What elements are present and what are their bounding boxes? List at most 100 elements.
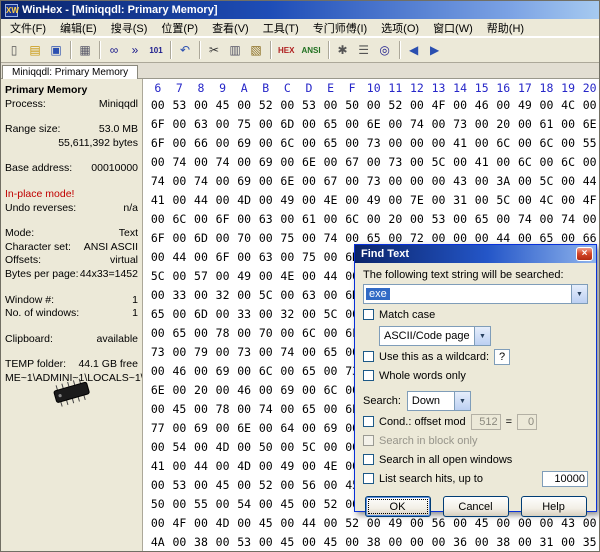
hex-byte[interactable]: 6D xyxy=(277,115,299,134)
hex-row[interactable]: 006C006F00630061006C00200053006500740074… xyxy=(147,210,599,229)
hex-row[interactable]: 6F00630075006D0065006E007400730020006100… xyxy=(147,115,599,134)
hex-byte[interactable]: 00 xyxy=(212,191,234,210)
hex-byte[interactable]: 78 xyxy=(212,400,234,419)
hex-byte[interactable]: 00 xyxy=(428,533,450,552)
cancel-button[interactable]: Cancel xyxy=(443,496,509,517)
hex-byte[interactable]: 00 xyxy=(255,305,277,324)
hex-byte[interactable]: 00 xyxy=(514,533,536,552)
hex-byte[interactable]: 38 xyxy=(493,533,515,552)
block-only-checkbox[interactable] xyxy=(363,435,374,446)
hex-byte[interactable]: 00 xyxy=(233,362,255,381)
hex-byte[interactable]: 6C xyxy=(169,210,191,229)
hex-byte[interactable]: 00 xyxy=(406,210,428,229)
hex-byte[interactable]: 00 xyxy=(147,514,169,533)
hex-byte[interactable]: 49 xyxy=(277,191,299,210)
hex-byte[interactable]: 73 xyxy=(363,172,385,191)
hex-byte[interactable]: 00 xyxy=(169,419,191,438)
hex-byte[interactable]: 00 xyxy=(557,172,579,191)
back-icon[interactable]: ◀ xyxy=(404,40,424,60)
hex-byte[interactable]: 00 xyxy=(298,533,320,552)
hex-byte[interactable]: 4C xyxy=(536,191,558,210)
menu-item-window[interactable]: 窗口(W) xyxy=(426,18,480,38)
hex-byte[interactable]: 65 xyxy=(298,400,320,419)
hex-byte[interactable]: 00 xyxy=(233,248,255,267)
hex-byte[interactable]: 69 xyxy=(233,134,255,153)
hex-byte[interactable]: 4D xyxy=(233,191,255,210)
hex-byte[interactable]: 00 xyxy=(147,438,169,457)
hex-byte[interactable]: 00 xyxy=(341,191,363,210)
hex-byte[interactable]: 00 xyxy=(255,267,277,286)
list-hits-checkbox[interactable] xyxy=(363,473,374,484)
hex-byte[interactable]: 32 xyxy=(212,286,234,305)
hex-byte[interactable]: 6E xyxy=(233,419,255,438)
hex-byte[interactable]: 00 xyxy=(212,267,234,286)
help-button[interactable]: Help xyxy=(521,496,587,517)
hex-byte[interactable]: 20 xyxy=(493,115,515,134)
hex-byte[interactable]: 52 xyxy=(255,96,277,115)
hex-byte[interactable]: 00 xyxy=(212,343,234,362)
hex-byte[interactable]: 4D xyxy=(233,457,255,476)
hex-byte[interactable]: 67 xyxy=(341,153,363,172)
hex-byte[interactable]: 6F xyxy=(147,229,169,248)
hex-byte[interactable]: 44 xyxy=(190,457,212,476)
hex-byte[interactable]: 50 xyxy=(341,96,363,115)
match-case-checkbox[interactable] xyxy=(363,309,374,320)
hex-byte[interactable]: 00 xyxy=(320,324,342,343)
hex-row[interactable]: 007400740069006E00670073005C0041006C006C… xyxy=(147,153,599,172)
hex-byte[interactable]: 5C xyxy=(298,438,320,457)
hex-byte[interactable]: 00 xyxy=(169,381,191,400)
hex-byte[interactable]: 20 xyxy=(190,381,212,400)
hex-byte[interactable]: 6C xyxy=(493,134,515,153)
copy-icon[interactable]: ▥ xyxy=(225,40,245,60)
hex-byte[interactable]: 00 xyxy=(320,248,342,267)
undo-icon[interactable]: ↶ xyxy=(175,40,195,60)
menu-item-options[interactable]: 选项(O) xyxy=(374,18,426,38)
goto-offset-icon[interactable]: 101 xyxy=(146,40,166,60)
hex-byte[interactable]: 00 xyxy=(449,96,471,115)
hex-byte[interactable]: 00 xyxy=(147,324,169,343)
hex-byte[interactable]: 00 xyxy=(169,191,191,210)
hex-byte[interactable]: 49 xyxy=(233,267,255,286)
hex-byte[interactable]: 73 xyxy=(385,153,407,172)
menu-item-specialist[interactable]: 专门师傅(I) xyxy=(306,18,374,38)
hex-byte[interactable]: 00 xyxy=(169,267,191,286)
hex-byte[interactable]: 7E xyxy=(406,191,428,210)
hex-byte[interactable]: 69 xyxy=(320,419,342,438)
hex-byte[interactable]: 50 xyxy=(147,495,169,514)
hex-byte[interactable]: 33 xyxy=(233,305,255,324)
magnifier-icon[interactable]: ◎ xyxy=(375,40,395,60)
hex-byte[interactable]: 6C xyxy=(536,134,558,153)
hex-byte[interactable]: 00 xyxy=(320,514,342,533)
hex-byte[interactable]: 00 xyxy=(579,153,599,172)
hex-byte[interactable]: 65 xyxy=(471,210,493,229)
hex-byte[interactable]: 00 xyxy=(298,305,320,324)
hex-byte[interactable]: 00 xyxy=(277,514,299,533)
hex-byte[interactable]: 00 xyxy=(169,495,191,514)
hex-byte[interactable]: 00 xyxy=(363,153,385,172)
hex-byte[interactable]: 74 xyxy=(514,210,536,229)
hex-byte[interactable]: 33 xyxy=(169,286,191,305)
hex-byte[interactable]: 00 xyxy=(169,115,191,134)
hex-byte[interactable]: 00 xyxy=(298,134,320,153)
hex-byte[interactable]: 74 xyxy=(212,153,234,172)
hex-byte[interactable]: 52 xyxy=(385,96,407,115)
hex-byte[interactable]: 00 xyxy=(536,153,558,172)
hex-byte[interactable]: 00 xyxy=(147,286,169,305)
hex-byte[interactable]: 61 xyxy=(298,210,320,229)
hex-byte[interactable]: 00 xyxy=(406,172,428,191)
hex-byte[interactable]: 6E xyxy=(363,115,385,134)
hex-byte[interactable]: 00 xyxy=(190,438,212,457)
hex-byte[interactable]: 45 xyxy=(255,514,277,533)
hex-byte[interactable]: 00 xyxy=(493,210,515,229)
hex-byte[interactable]: 00 xyxy=(471,115,493,134)
hex-byte[interactable]: 61 xyxy=(536,115,558,134)
open-folder-icon[interactable]: ▤ xyxy=(25,40,45,60)
wildcard-checkbox[interactable] xyxy=(363,351,374,362)
hex-byte[interactable]: 00 xyxy=(233,286,255,305)
hex-byte[interactable]: 44 xyxy=(320,267,342,286)
hex-row[interactable]: 7400740069006E0067007300000043003A005C00… xyxy=(147,172,599,191)
hex-byte[interactable]: 73 xyxy=(363,134,385,153)
hex-byte[interactable]: 00 xyxy=(212,134,234,153)
title-bar[interactable]: XW WinHex - [Miniqqdl: Primary Memory] xyxy=(1,1,599,19)
hex-byte[interactable]: 65 xyxy=(320,115,342,134)
